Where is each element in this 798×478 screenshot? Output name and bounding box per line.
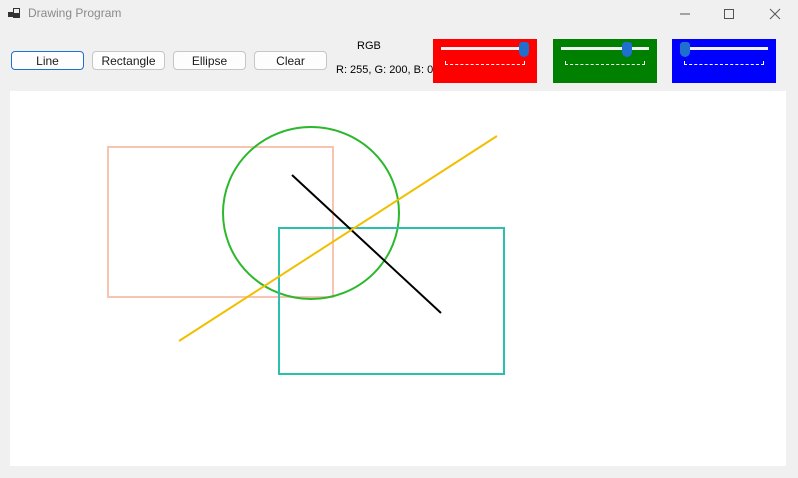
red-slider-thumb[interactable] — [519, 42, 529, 57]
green-slider-track — [561, 47, 649, 50]
green-slider-thumb[interactable] — [622, 42, 633, 57]
minimize-button[interactable] — [662, 0, 708, 28]
clear-button[interactable]: Clear — [254, 51, 327, 70]
red-slider[interactable] — [433, 39, 537, 83]
close-button[interactable] — [752, 0, 798, 28]
close-icon — [769, 8, 781, 20]
blue-slider-thumb[interactable] — [680, 42, 690, 57]
maximize-button[interactable] — [706, 0, 752, 28]
shape-line-1 — [291, 174, 442, 314]
blue-slider[interactable] — [672, 39, 776, 83]
rgb-value-text: R: 255, G: 200, B: 0 — [336, 64, 434, 76]
line-button[interactable]: Line — [11, 51, 84, 70]
shape-rectangle-1 — [107, 146, 334, 298]
green-slider-ticks — [565, 61, 645, 65]
shape-ellipse — [222, 126, 400, 300]
app-icon — [8, 8, 20, 18]
rgb-label: RGB — [357, 40, 381, 52]
blue-slider-track — [680, 47, 768, 50]
red-slider-ticks — [445, 61, 525, 65]
green-slider[interactable] — [553, 39, 657, 83]
rectangle-button[interactable]: Rectangle — [92, 51, 165, 70]
maximize-icon — [724, 9, 734, 19]
minimize-icon — [680, 13, 690, 15]
red-slider-track — [441, 47, 529, 50]
drawing-surface[interactable] — [10, 91, 786, 466]
title-bar: Drawing Program — [0, 0, 798, 28]
drawing-canvas[interactable] — [10, 91, 786, 466]
blue-slider-ticks — [684, 61, 764, 65]
ellipse-button[interactable]: Ellipse — [173, 51, 246, 70]
window-title: Drawing Program — [28, 6, 122, 20]
